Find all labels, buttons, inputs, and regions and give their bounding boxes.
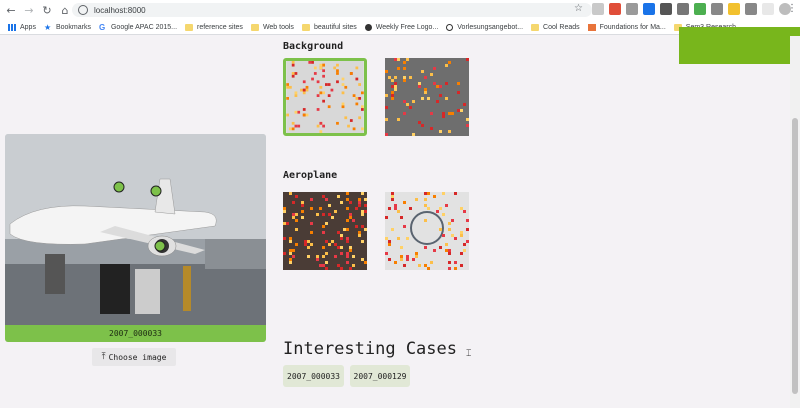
- choose-image-button[interactable]: ⤒ Choose image: [92, 348, 176, 366]
- bookmark-google-apac[interactable]: G Google APAC 2015...: [99, 23, 177, 32]
- case-button-1[interactable]: 2007_000033: [283, 365, 344, 387]
- choose-image-label: Choose image: [108, 352, 167, 362]
- bookmark-apps[interactable]: Apps: [8, 23, 36, 31]
- bookmark-label: Bookmarks: [55, 23, 91, 31]
- site-icon: [364, 23, 372, 31]
- background-heatmap-1: [286, 61, 364, 133]
- bookmark-label: Apps: [20, 23, 36, 31]
- scrollbar-thumb[interactable]: [792, 118, 798, 394]
- bookmark-label: Foundations for Ma...: [599, 23, 666, 31]
- extension-icon[interactable]: [711, 3, 723, 15]
- home-icon[interactable]: ⌂: [58, 3, 72, 17]
- aeroplane-heatmap-1: [283, 192, 367, 270]
- image-card: 2007_000033: [5, 134, 266, 342]
- bookmark-beautiful-sites[interactable]: beautiful sites: [301, 23, 357, 31]
- background-thumb-2[interactable]: [385, 58, 469, 136]
- extension-icon[interactable]: [728, 3, 740, 15]
- background-section-title: Background: [283, 41, 344, 52]
- extension-icon[interactable]: [745, 3, 757, 15]
- reload-icon[interactable]: ↻: [40, 3, 54, 17]
- star-icon: ★: [43, 22, 52, 32]
- folder-icon: [250, 23, 259, 31]
- background-thumb-1[interactable]: [283, 58, 367, 136]
- extension-icon[interactable]: [592, 3, 604, 15]
- extension-icon[interactable]: [643, 3, 655, 15]
- case-button-2[interactable]: 2007_000129: [350, 365, 410, 387]
- aeroplane-section-title: Aeroplane: [283, 170, 338, 181]
- bookmark-cool-reads[interactable]: Cool Reads: [531, 23, 580, 31]
- case-label: 2007_000129: [353, 371, 407, 381]
- bookmark-label: reference sites: [197, 23, 243, 31]
- google-icon: G: [98, 22, 106, 32]
- extension-icon[interactable]: [694, 3, 706, 15]
- bookmark-star-icon[interactable]: ☆: [574, 3, 583, 14]
- bookmark-foundations[interactable]: Foundations for Ma...: [587, 23, 666, 31]
- bookmark-weekly-free-logo[interactable]: Weekly Free Logo...: [364, 23, 439, 31]
- extension-icon[interactable]: [626, 3, 638, 15]
- bookmark-label: Cool Reads: [543, 23, 580, 31]
- extension-icon[interactable]: [762, 3, 774, 15]
- apps-grid-icon: [8, 23, 16, 31]
- bookmark-label: beautiful sites: [313, 23, 357, 31]
- bookmark-web-tools[interactable]: Web tools: [250, 23, 294, 31]
- aeroplane-photo[interactable]: [5, 134, 266, 325]
- upload-icon: ⤒: [101, 352, 106, 362]
- bookmark-label: Weekly Free Logo...: [375, 23, 439, 31]
- image-caption: 2007_000033: [109, 329, 162, 338]
- browser-toolbar: ← → ↻ ⌂ localhost:8000 ☆ ⋮: [0, 0, 800, 20]
- folder-icon: [185, 23, 194, 31]
- folder-icon: [531, 23, 540, 31]
- bookmark-vorlesungsangebot[interactable]: Vorlesungsangebot...: [446, 23, 524, 31]
- bookmark-label: Vorlesungsangebot...: [457, 23, 524, 31]
- extension-icon[interactable]: [660, 3, 672, 15]
- extensions: [592, 3, 791, 15]
- info-icon[interactable]: [78, 5, 88, 15]
- extension-icon[interactable]: [677, 3, 689, 15]
- image-caption-bar: 2007_000033: [5, 325, 266, 342]
- bookmark-label: Google APAC 2015...: [110, 23, 178, 31]
- background-heatmap-2: [385, 58, 469, 136]
- bookmark-bookmarks[interactable]: ★ Bookmarks: [44, 23, 91, 32]
- site-icon: [587, 23, 596, 31]
- folder-icon: [301, 23, 310, 31]
- forward-icon[interactable]: →: [22, 3, 36, 17]
- menu-icon[interactable]: ⋮: [787, 3, 797, 14]
- url-text[interactable]: localhost:8000: [94, 6, 146, 15]
- aeroplane-thumb-1[interactable]: [283, 192, 367, 270]
- aeroplane-thumb-2[interactable]: [385, 192, 469, 270]
- extension-icon[interactable]: [609, 3, 621, 15]
- aeroplane-heatmap-2: [385, 192, 469, 270]
- site-icon: [446, 23, 454, 31]
- mouse-cursor-icon: ⌶: [466, 349, 472, 359]
- accent-banner: [679, 27, 800, 64]
- back-icon[interactable]: ←: [4, 3, 18, 17]
- address-bar[interactable]: localhost:8000: [72, 3, 592, 17]
- bookmark-label: Web tools: [262, 23, 294, 31]
- bookmark-reference-sites[interactable]: reference sites: [185, 23, 243, 31]
- interesting-cases-title: Interesting Cases: [283, 339, 457, 359]
- case-label: 2007_000033: [287, 371, 340, 381]
